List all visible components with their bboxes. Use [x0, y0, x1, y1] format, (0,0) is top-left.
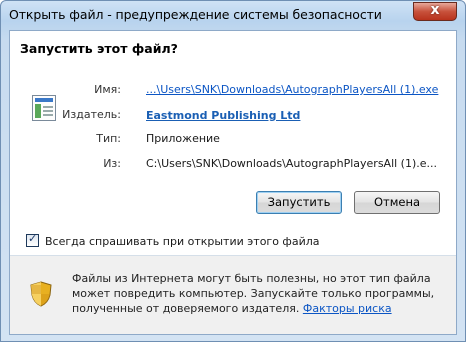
separator: [10, 255, 456, 256]
window-title: Открыть файл - предупреждение системы бе…: [9, 7, 382, 22]
application-file-icon: [32, 95, 56, 121]
close-button[interactable]: x: [413, 2, 457, 21]
always-ask-checkbox[interactable]: ✓: [26, 232, 39, 247]
from-value: C:\Users\SNK\Downloads\AutographPlayersA…: [146, 157, 438, 170]
close-icon: x: [430, 2, 440, 18]
checkmark-icon: ✓: [28, 232, 38, 245]
cancel-button[interactable]: Отмена: [354, 191, 440, 214]
dialog-body: Запустить этот файл? Имя: ...\Users\SNK\…: [9, 30, 457, 335]
title-bar[interactable]: Открыть файл - предупреждение системы бе…: [1, 1, 465, 31]
dialog-question: Запустить этот файл?: [20, 41, 178, 56]
publisher-label: Издатель:: [62, 108, 121, 121]
security-warning-window: Открыть файл - предупреждение системы бе…: [0, 0, 466, 342]
from-label: Из:: [103, 157, 121, 170]
publisher-link[interactable]: Eastmond Publishing Ltd: [146, 109, 300, 122]
name-label: Имя:: [94, 83, 121, 96]
warning-message: Файлы из Интернета могут быть полезны, н…: [72, 271, 452, 316]
type-value: Приложение: [146, 132, 220, 145]
security-shield-icon: [30, 281, 52, 307]
run-button[interactable]: Запустить: [256, 191, 342, 214]
always-ask-label: Всегда спрашивать при открытии этого фай…: [45, 235, 320, 248]
file-info-panel: Запустить этот файл? Имя: ...\Users\SNK\…: [10, 31, 456, 255]
always-ask-option[interactable]: ✓ Всегда спрашивать при открытии этого фа…: [26, 232, 320, 248]
type-label: Тип:: [96, 132, 121, 145]
file-name-link[interactable]: ...\Users\SNK\Downloads\AutographPlayers…: [146, 83, 438, 96]
risk-factors-link[interactable]: Факторы риска: [303, 302, 392, 315]
